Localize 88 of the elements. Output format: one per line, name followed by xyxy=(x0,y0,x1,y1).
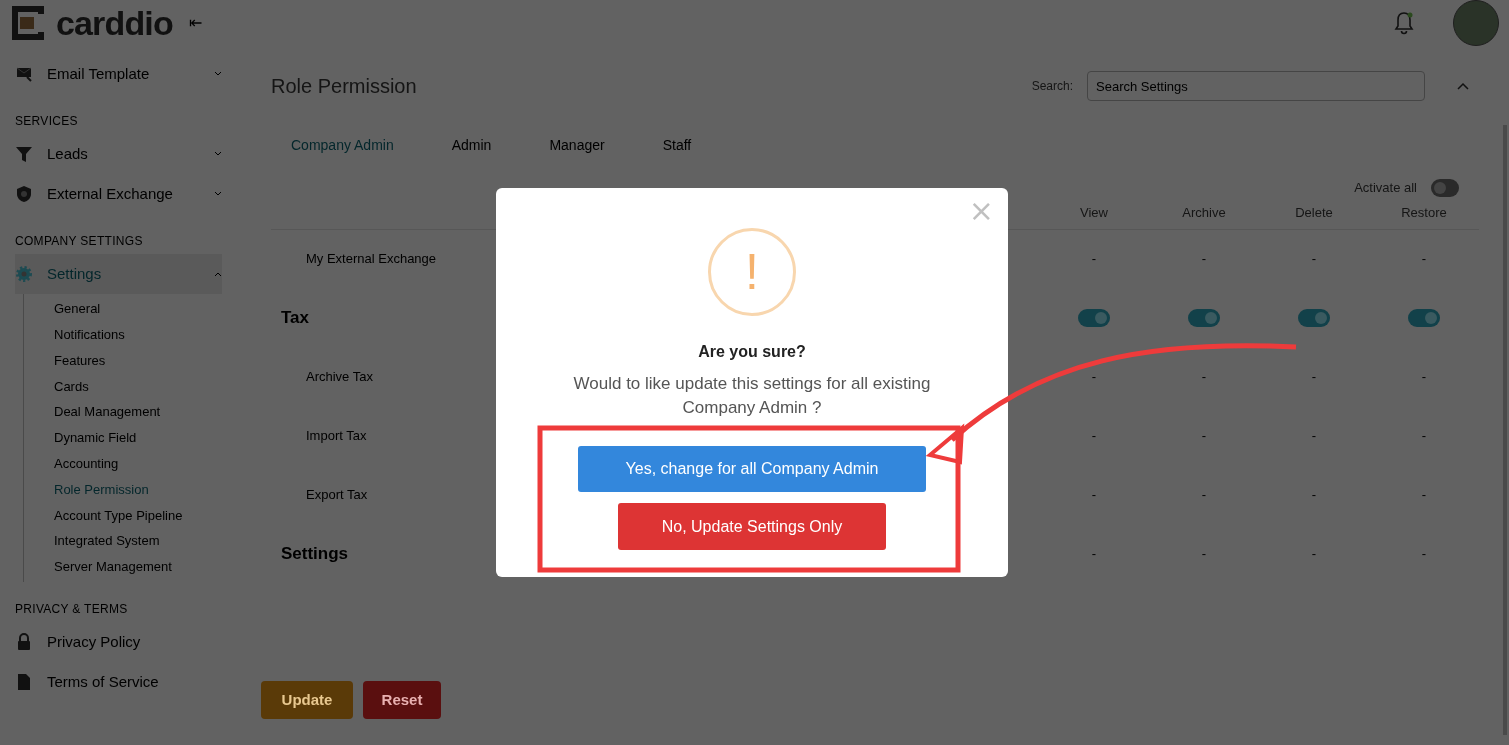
table-cell-text: - xyxy=(1091,545,1097,564)
sidebar-subitem[interactable]: Server Management xyxy=(54,553,222,580)
permission-label: Archive Tax xyxy=(306,368,373,387)
permission-toggle[interactable] xyxy=(1298,309,1330,327)
sidebar-label: Leads xyxy=(47,143,88,164)
sidebar-subitem[interactable]: Integrated System xyxy=(54,528,222,554)
table-cell-text: - xyxy=(1091,250,1097,269)
sidebar-label: Privacy Policy xyxy=(47,631,141,652)
table-cell-text: - xyxy=(1201,427,1207,446)
sidebar-item[interactable]: Terms of Service xyxy=(15,661,222,702)
search-field[interactable]: Search Settings xyxy=(1087,71,1425,101)
column-header: View xyxy=(1079,204,1109,223)
role-tab[interactable]: Manager xyxy=(549,135,605,156)
cancel-button[interactable]: No, Update Settings Only xyxy=(618,503,886,550)
permission-toggle[interactable] xyxy=(1078,309,1110,327)
mail-icon xyxy=(15,65,33,83)
document-icon xyxy=(15,672,33,691)
column-header: Restore xyxy=(1400,204,1448,223)
search-label: Search: xyxy=(1031,78,1073,95)
sidebar-subitem[interactable]: Dynamic Field xyxy=(54,425,222,451)
brand-name: carddio xyxy=(56,6,173,40)
reset-button[interactable]: Reset xyxy=(363,681,441,719)
permission-label: My External Exchange xyxy=(306,250,437,269)
sidebar-subitem[interactable]: Role Permission xyxy=(54,476,222,503)
collapse-sidebar-button[interactable]: ⇤ xyxy=(188,11,202,35)
role-tab[interactable]: Company Admin xyxy=(291,135,394,156)
sidebar-item[interactable]: External Exchange xyxy=(15,174,222,214)
column-header: Archive xyxy=(1181,204,1227,223)
table-cell-text: - xyxy=(1201,368,1207,387)
table-cell-text: - xyxy=(1421,368,1427,387)
dialog-title: Are you sure? xyxy=(698,342,806,362)
role-tab[interactable]: Staff xyxy=(662,135,692,156)
table-cell-text: - xyxy=(1311,486,1317,505)
table-cell-text: - xyxy=(1311,368,1317,387)
sidebar-item[interactable]: Settings xyxy=(15,254,222,294)
section-title: Settings xyxy=(281,543,349,566)
permission-label: Import Tax xyxy=(306,427,367,446)
activate-all-label: Activate all xyxy=(1354,179,1417,197)
table-cell-text: - xyxy=(1091,368,1097,387)
sidebar-label: External Exchange xyxy=(47,183,173,204)
table-cell-text: - xyxy=(1311,250,1317,269)
close-button[interactable]: × xyxy=(968,196,994,226)
section-heading: SERVICES xyxy=(15,113,79,130)
permission-toggle[interactable] xyxy=(1188,309,1220,327)
section-heading: PRIVACY & TERMS xyxy=(15,600,129,618)
warning-icon: ! xyxy=(708,228,796,316)
sidebar-subitem[interactable]: Notifications xyxy=(54,321,222,348)
user-avatar[interactable] xyxy=(1453,0,1499,46)
sidebar-subitem[interactable]: Features xyxy=(54,347,222,374)
section-heading: COMPANY SETTINGS xyxy=(15,233,144,250)
sidebar-subitem[interactable]: Cards xyxy=(54,373,222,400)
table-cell-text: - xyxy=(1311,545,1317,564)
table-cell-text: - xyxy=(1421,427,1427,446)
table-cell-text: - xyxy=(1201,545,1207,564)
permission-toggle[interactable] xyxy=(1408,309,1440,327)
table-cell-text: - xyxy=(1311,427,1317,446)
section-title: Tax xyxy=(281,307,310,330)
lock-icon xyxy=(15,632,33,651)
table-cell-text: - xyxy=(1201,250,1207,269)
sidebar-label: Settings xyxy=(47,263,102,284)
sidebar-item[interactable]: Privacy Policy xyxy=(15,621,222,662)
permission-label: Export Tax xyxy=(306,486,368,505)
gear-icon xyxy=(15,265,33,283)
table-cell-text: - xyxy=(1091,486,1097,505)
table-cell-text: - xyxy=(1421,486,1427,505)
sidebar-subitem[interactable]: Deal Management xyxy=(54,399,222,425)
sidebar-subitem[interactable]: Accounting xyxy=(54,450,222,477)
sidebar-subitem[interactable]: Account Type Pipeline xyxy=(54,502,222,529)
table-cell-text: - xyxy=(1201,486,1207,505)
table-cell-text: - xyxy=(1421,250,1427,269)
shield-icon xyxy=(15,185,33,203)
sidebar-item[interactable]: Email Template xyxy=(15,54,222,94)
activate-all-toggle[interactable] xyxy=(1431,178,1459,197)
dialog-message: Would to like update this settings for all existing Company Admin ? xyxy=(572,373,932,419)
sidebar-label: Email Template xyxy=(47,63,150,84)
sidebar-label: Terms of Service xyxy=(47,671,159,692)
table-cell-text: - xyxy=(1091,427,1097,446)
filter-icon xyxy=(15,145,33,163)
table-cell-text: - xyxy=(1421,545,1427,564)
column-header: Delete xyxy=(1294,204,1334,223)
sidebar-subitem[interactable]: General xyxy=(54,296,222,322)
update-button[interactable]: Update xyxy=(261,681,353,719)
confirm-button[interactable]: Yes, change for all Company Admin xyxy=(578,446,926,492)
role-tab[interactable]: Admin xyxy=(451,135,492,156)
notification-bell-icon[interactable] xyxy=(1393,11,1415,35)
collapse-caret-icon[interactable] xyxy=(1457,82,1469,90)
page-title: Role Permission xyxy=(271,74,417,99)
sidebar-item[interactable]: Leads xyxy=(15,134,222,174)
